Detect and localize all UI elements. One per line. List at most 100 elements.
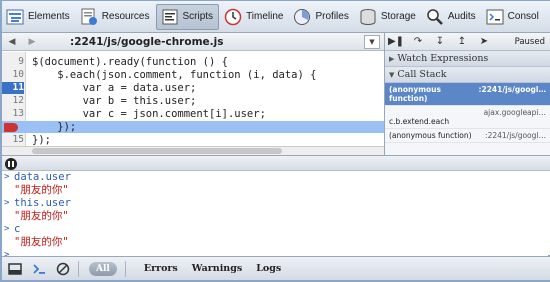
code-text: }); [32,134,51,146]
filter-logs-button[interactable]: Logs [256,263,281,274]
filter-warnings-button[interactable]: Warnings [192,263,242,274]
clear-console-button[interactable] [52,259,74,279]
prompt-icon: > [4,172,10,182]
console-output[interactable]: > data.user "朋友的你" > this.user "朋友的你" > c "… [2,171,550,260]
code-text: var a = data.user; [32,82,197,94]
call-frame-function: c.b.extend.each [389,117,450,126]
forward-arrow-icon: ▶ [28,36,36,47]
forward-button[interactable]: ▶ [22,34,42,50]
console-result: "朋友的你" [14,210,69,222]
tab-resources-label: Resources [101,11,150,22]
code-line: 15 }); [2,134,384,146]
watch-expressions-title: Watch Expressions [397,53,489,64]
console-command-text: this.user [14,197,71,209]
call-frame[interactable]: ajax.googleapi… c.b.extend.each [385,106,550,129]
code-text: var b = this.user; [32,95,197,107]
code-line: 10 $.each(json.comment, function (i, dat… [2,69,384,81]
code-horizontal-scrollbar[interactable] [2,146,384,155]
breakpoints-toggle-icon: ➤ [479,36,489,47]
tab-storage[interactable]: Storage [355,3,421,31]
tab-scripts-label: Scripts [182,11,214,22]
tab-elements-label: Elements [28,11,70,22]
line-number[interactable]: 15 [2,134,24,146]
filter-all-button[interactable]: All [89,261,117,276]
line-number[interactable]: 12 [2,95,24,107]
tab-audits[interactable]: Audits [422,3,481,31]
collapsed-triangle-icon: ▶ [389,55,395,63]
step-out-icon: ↥ [457,36,467,47]
divider [78,260,79,277]
code-line-paused: }); [2,121,384,133]
console-command-text: data.user [14,171,71,183]
code-line-current: 11 var a = data.user; [2,82,384,94]
resume-icon: ▶❚ [387,36,405,47]
step-into-button[interactable]: ↧ [429,34,451,50]
tab-console[interactable]: Consol [482,3,544,31]
console-command: > data.user [2,171,550,184]
audits-icon [425,7,445,27]
profiles-icon [292,7,312,27]
tab-scripts[interactable]: Scripts [155,3,220,30]
tab-timeline-label: Timeline [246,11,284,22]
watch-expressions-header[interactable]: ▶ Watch Expressions [385,51,550,67]
code-line: 13 var c = json.comment[i].user; [2,108,384,120]
expanded-triangle-icon: ▼ [389,71,395,79]
scrollbar-thumb[interactable] [32,148,282,154]
call-frame-selected[interactable]: (anonymous function) :2241/js/googl… [385,83,550,106]
script-file-select[interactable]: :2241/js/google-chrome.js [70,36,223,48]
clear-icon [56,262,70,275]
console-toggle-button[interactable] [28,259,50,279]
panel-toolbar: Elements Resources Scripts Timeline Prof… [2,1,550,33]
dock-toggle-button[interactable] [4,259,26,279]
console-command: > this.user [2,197,550,210]
file-dropdown-button[interactable]: ▼ [364,34,380,49]
debugger-controls: ▶❚ ↷ ↧ ↥ ➤ Paused [385,33,550,51]
tab-resources[interactable]: Resources [76,3,155,31]
console-prompt-icon [33,263,45,274]
tab-timeline[interactable]: Timeline [220,3,288,31]
step-over-icon: ↷ [413,36,423,47]
console-divider[interactable] [2,155,550,171]
tab-elements[interactable]: Elements [2,3,75,31]
call-stack-header[interactable]: ▼ Call Stack [385,67,550,83]
chevron-down-icon: ▼ [369,37,375,46]
call-frame[interactable]: (anonymous function) :2241/js/googl… [385,129,550,143]
tab-profiles[interactable]: Profiles [289,3,353,31]
debugger-sidebar: ▶❚ ↷ ↧ ↥ ➤ Paused ▶ Watch Expressions ▼ Ca… [384,33,550,156]
source-navbar: ◀ ▶ :2241/js/google-chrome.js ▼ [2,33,384,51]
breakpoint-marker-icon[interactable] [4,123,18,132]
back-button[interactable]: ◀ [2,34,22,50]
resume-button[interactable]: ▶❚ [385,34,407,50]
line-number[interactable]: 9 [2,56,24,68]
paused-status: Paused [514,36,545,47]
tab-audits-label: Audits [447,11,476,22]
call-stack-title: Call Stack [397,69,447,80]
console-command: > c [2,223,550,236]
scripts-icon [160,7,180,27]
divider [124,260,126,277]
filter-errors-button[interactable]: Errors [144,263,178,274]
console-command-text: c [14,223,21,235]
tab-console-label: Consol [507,11,539,22]
code-line: 12 var b = this.user; [2,95,384,107]
current-line-number[interactable]: 11 [2,82,24,94]
console-result: "朋友的你" [14,236,69,248]
tab-profiles-label: Profiles [315,11,349,22]
line-number[interactable]: 13 [2,108,24,120]
step-out-button[interactable]: ↥ [451,34,473,50]
call-frame-function: (anonymous function) [389,85,441,103]
resources-icon [79,7,99,27]
pause-on-exceptions-icon[interactable] [5,158,17,170]
devtools-window: Elements Resources Scripts Timeline Prof… [0,0,550,282]
call-frame-location: :2241/js/googl… [485,131,546,140]
prompt-icon: > [4,224,10,234]
code-text: }); [32,121,77,133]
deactivate-breakpoints-button[interactable]: ➤ [473,34,495,50]
elements-icon [5,7,25,27]
dock-icon [8,262,22,275]
code-text: var c = json.comment[i].user; [32,108,266,120]
step-over-button[interactable]: ↷ [407,34,429,50]
console-icon [485,7,505,27]
status-bar: All Errors Warnings Logs [2,256,550,280]
line-number[interactable]: 10 [2,69,24,81]
